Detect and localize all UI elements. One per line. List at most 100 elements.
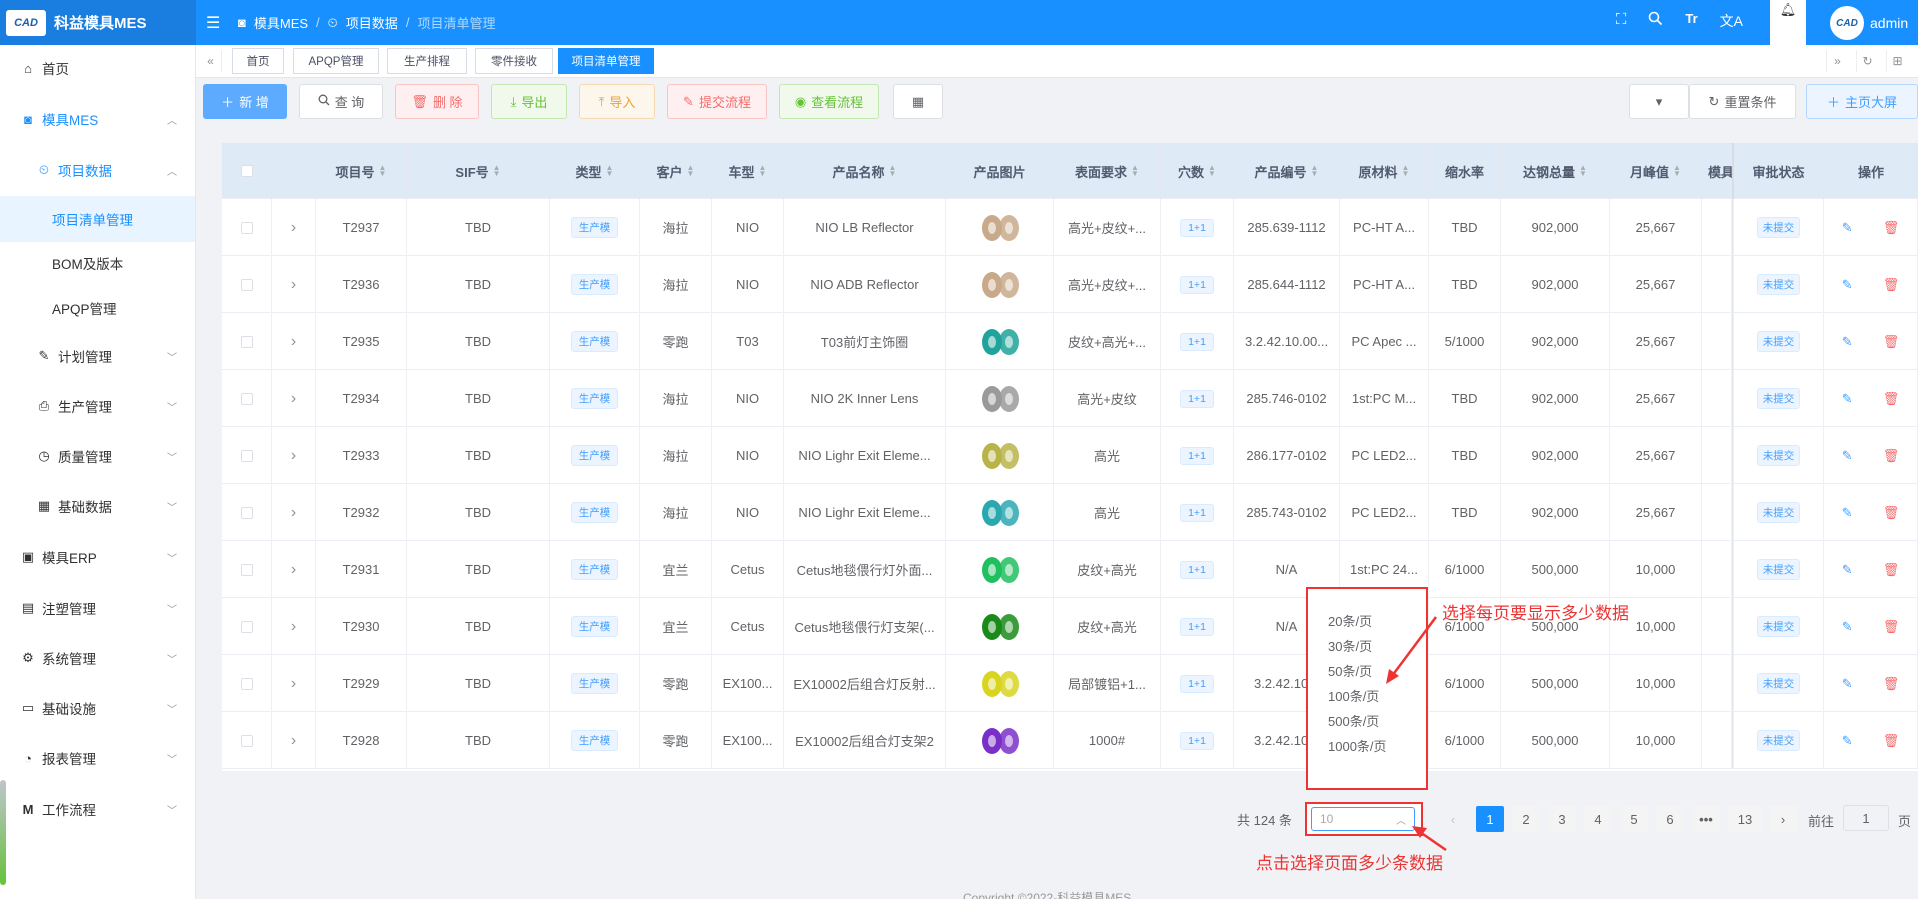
- sidebar-item-mold-mes[interactable]: ◙ 模具MES ︿: [0, 96, 195, 142]
- page-size-select[interactable]: 10 ︿: [1311, 807, 1415, 831]
- grid-menu-icon[interactable]: ⊞: [1886, 50, 1908, 72]
- sidebar-item-basic-data[interactable]: ▦ 基础数据 ﹀: [0, 483, 195, 529]
- sidebar-item-report[interactable]: ◔ 报表管理 ﹀: [0, 735, 195, 781]
- product-thumbnail[interactable]: [978, 666, 1022, 702]
- col-product-name[interactable]: 产品名称 ▲ ▼: [784, 143, 946, 199]
- page-6[interactable]: 6: [1656, 806, 1684, 832]
- table-row[interactable]: › T2932 TBD 生产模 海拉 NIO NIO Lighr Exit Eleme...…: [222, 484, 1918, 541]
- sidebar-scrollbar[interactable]: [0, 780, 6, 885]
- col-project-no[interactable]: 项目号 ▲ ▼: [316, 143, 407, 199]
- sidebar-item-bom[interactable]: BOM及版本: [0, 240, 195, 286]
- product-thumbnail[interactable]: [978, 324, 1022, 360]
- product-thumbnail[interactable]: [978, 495, 1022, 531]
- sidebar-item-project-data[interactable]: ⏲ 项目数据 ︿: [0, 147, 195, 193]
- tag-apqp[interactable]: APQP管理: [293, 48, 379, 74]
- col-material[interactable]: 原材料 ▲ ▼: [1340, 143, 1429, 199]
- delete-button[interactable]: 🗑︎ 删 除: [395, 84, 479, 119]
- import-button[interactable]: ⤒ 导入: [579, 84, 655, 119]
- table-row[interactable]: › T2934 TBD 生产模 海拉 NIO NIO 2K Inner Lens 高光+皮纹 1…: [222, 370, 1918, 427]
- prev-page-icon[interactable]: ‹: [1439, 806, 1467, 832]
- column-settings-button[interactable]: ▦: [893, 84, 943, 119]
- view-flow-button[interactable]: ◉ 查看流程: [779, 84, 879, 119]
- product-thumbnail[interactable]: [978, 438, 1022, 474]
- submit-flow-button[interactable]: ✎ 提交流程: [667, 84, 767, 119]
- expand-row-icon[interactable]: ›: [272, 313, 316, 370]
- col-car[interactable]: 车型 ▲ ▼: [712, 143, 784, 199]
- expand-row-icon[interactable]: ›: [272, 370, 316, 427]
- col-product-code[interactable]: 产品编号 ▲ ▼: [1234, 143, 1340, 199]
- delete-icon[interactable]: 🗑︎: [1883, 448, 1900, 464]
- edit-icon[interactable]: ✎: [1842, 448, 1853, 464]
- table-row[interactable]: › T2931 TBD 生产模 宜兰 Cetus Cetus地毯偎行灯外面... 皮纹+高光 1…: [222, 541, 1918, 598]
- tag-parts[interactable]: 零件接收: [475, 48, 553, 74]
- row-checkbox[interactable]: [240, 734, 253, 747]
- delete-icon[interactable]: 🗑︎: [1883, 562, 1900, 578]
- bell-icon[interactable]: 🔔︎: [1770, 0, 1806, 45]
- sidebar-item-apqp[interactable]: APQP管理: [0, 285, 195, 331]
- sidebar-item-workflow[interactable]: M 工作流程 ﹀: [0, 786, 195, 832]
- sidebar-item-system[interactable]: ⚙ 系统管理 ﹀: [0, 635, 195, 681]
- dashboard-button[interactable]: ＋主页大屏: [1806, 84, 1918, 119]
- edit-icon[interactable]: ✎: [1842, 562, 1853, 578]
- reset-button[interactable]: ↻ 重置条件: [1689, 84, 1796, 119]
- col-sif[interactable]: SIF号 ▲ ▼: [407, 143, 550, 199]
- tag-schedule[interactable]: 生产排程: [387, 48, 467, 74]
- col-customer[interactable]: 客户 ▲ ▼: [640, 143, 712, 199]
- product-thumbnail[interactable]: [978, 210, 1022, 246]
- edit-icon[interactable]: ✎: [1842, 619, 1853, 635]
- page-more[interactable]: •••: [1692, 806, 1720, 832]
- page-5[interactable]: 5: [1620, 806, 1648, 832]
- user-menu[interactable]: CAD admin: [1830, 6, 1908, 40]
- tags-scroll-left-icon[interactable]: «: [200, 50, 222, 72]
- expand-row-icon[interactable]: ›: [272, 712, 316, 769]
- delete-icon[interactable]: 🗑︎: [1883, 220, 1900, 236]
- font-size-icon[interactable]: Tr: [1685, 11, 1697, 31]
- select-all-checkbox[interactable]: [240, 165, 253, 177]
- delete-icon[interactable]: 🗑︎: [1883, 277, 1900, 293]
- delete-icon[interactable]: 🗑︎: [1883, 676, 1900, 692]
- export-button[interactable]: ⤓ 导出: [491, 84, 567, 119]
- breadcrumb-item-1[interactable]: 模具MES: [254, 13, 308, 32]
- page-4[interactable]: 4: [1584, 806, 1612, 832]
- page-3[interactable]: 3: [1548, 806, 1576, 832]
- goto-input[interactable]: 1: [1843, 805, 1889, 831]
- delete-icon[interactable]: 🗑︎: [1883, 334, 1900, 350]
- delete-icon[interactable]: 🗑︎: [1883, 733, 1900, 749]
- expand-row-icon[interactable]: ›: [272, 655, 316, 712]
- page-size-option-500[interactable]: 500条/页: [1328, 711, 1379, 730]
- row-checkbox[interactable]: [240, 563, 253, 576]
- page-size-option-20[interactable]: 20条/页: [1328, 611, 1372, 630]
- table-row[interactable]: › T2929 TBD 生产模 零跑 EX100... EX10002后组合灯反射... 局部…: [222, 655, 1918, 712]
- edit-icon[interactable]: ✎: [1842, 505, 1853, 521]
- fullscreen-icon[interactable]: ⛶: [1616, 11, 1627, 31]
- expand-row-icon[interactable]: ›: [272, 541, 316, 598]
- table-row[interactable]: › T2937 TBD 生产模 海拉 NIO NIO LB Reflector 高光+皮纹+.…: [222, 199, 1918, 256]
- edit-icon[interactable]: ✎: [1842, 334, 1853, 350]
- sidebar-item-infra[interactable]: ▭ 基础设施 ﹀: [0, 685, 195, 731]
- expand-row-icon[interactable]: ›: [272, 484, 316, 541]
- page-size-option-1000[interactable]: 1000条/页: [1328, 736, 1387, 755]
- row-checkbox[interactable]: [240, 392, 253, 405]
- sidebar-item-injection[interactable]: ▤ 注塑管理 ﹀: [0, 585, 195, 631]
- search-icon[interactable]: [1648, 11, 1663, 31]
- expand-row-icon[interactable]: ›: [272, 256, 316, 313]
- row-checkbox[interactable]: [240, 506, 253, 519]
- sidebar-item-plan[interactable]: ✎ 计划管理 ﹀: [0, 333, 195, 379]
- table-row[interactable]: › T2928 TBD 生产模 零跑 EX100... EX10002后组合灯支架2 1000…: [222, 712, 1918, 769]
- sidebar-item-home[interactable]: ⌂ 首页: [0, 45, 195, 91]
- page-size-option-30[interactable]: 30条/页: [1328, 636, 1372, 655]
- table-row[interactable]: › T2933 TBD 生产模 海拉 NIO NIO Lighr Exit Eleme...…: [222, 427, 1918, 484]
- edit-icon[interactable]: ✎: [1842, 220, 1853, 236]
- row-checkbox[interactable]: [240, 449, 253, 462]
- avatar[interactable]: CAD: [1830, 6, 1864, 40]
- col-total[interactable]: 达钢总量 ▲ ▼: [1501, 143, 1610, 199]
- tag-home[interactable]: 首页: [232, 48, 284, 74]
- row-checkbox[interactable]: [240, 221, 253, 234]
- table-row[interactable]: › T2930 TBD 生产模 宜兰 Cetus Cetus地毯偎行灯支架(... 皮纹+高光…: [222, 598, 1918, 655]
- col-type[interactable]: 类型 ▲ ▼: [550, 143, 640, 199]
- delete-icon[interactable]: 🗑︎: [1883, 505, 1900, 521]
- refresh-icon[interactable]: ↻: [1856, 50, 1878, 72]
- table-row[interactable]: › T2936 TBD 生产模 海拉 NIO NIO ADB Reflector 高光+皮纹+…: [222, 256, 1918, 313]
- table-row[interactable]: › T2935 TBD 生产模 零跑 T03 T03前灯主饰圈 皮纹+高光+... 1+1 3.2…: [222, 313, 1918, 370]
- row-checkbox[interactable]: [240, 335, 253, 348]
